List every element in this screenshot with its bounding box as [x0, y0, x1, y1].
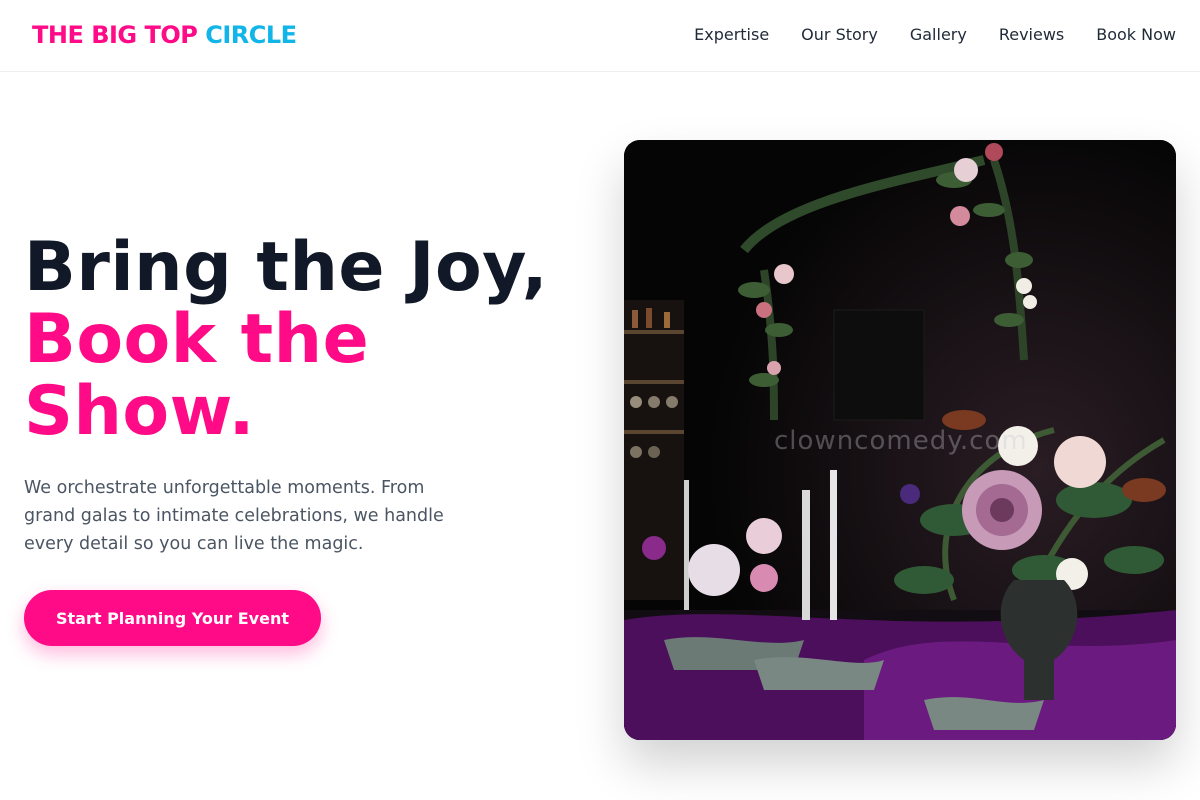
top-navbar: THE BIG TOP CIRCLE Expertise Our Story G… [0, 0, 1200, 72]
brand-name-part1: THE BIG TOP [32, 21, 198, 49]
brand-logo[interactable]: THE BIG TOP CIRCLE [32, 20, 297, 50]
nav-link-gallery[interactable]: Gallery [910, 24, 967, 46]
brand-name-part2: CIRCLE [205, 21, 297, 49]
main-nav: Expertise Our Story Gallery Reviews Book… [694, 24, 1176, 46]
nav-link-reviews[interactable]: Reviews [999, 24, 1064, 46]
hero-event-photo: clowncomedy.com [624, 140, 1176, 740]
hero-description: We orchestrate unforgettable moments. Fr… [24, 478, 444, 554]
start-planning-button[interactable]: Start Planning Your Event [24, 590, 321, 646]
image-watermark: clowncomedy.com [774, 426, 1028, 456]
nav-link-book-now[interactable]: Book Now [1096, 24, 1176, 46]
hero-heading-line1: Bring the Joy, [24, 228, 549, 307]
nav-link-our-story[interactable]: Our Story [801, 24, 878, 46]
hero-heading: Bring the Joy, Book the Show. [24, 232, 604, 448]
hero-heading-line2: Book the Show. [24, 300, 370, 451]
nav-link-expertise[interactable]: Expertise [694, 24, 769, 46]
